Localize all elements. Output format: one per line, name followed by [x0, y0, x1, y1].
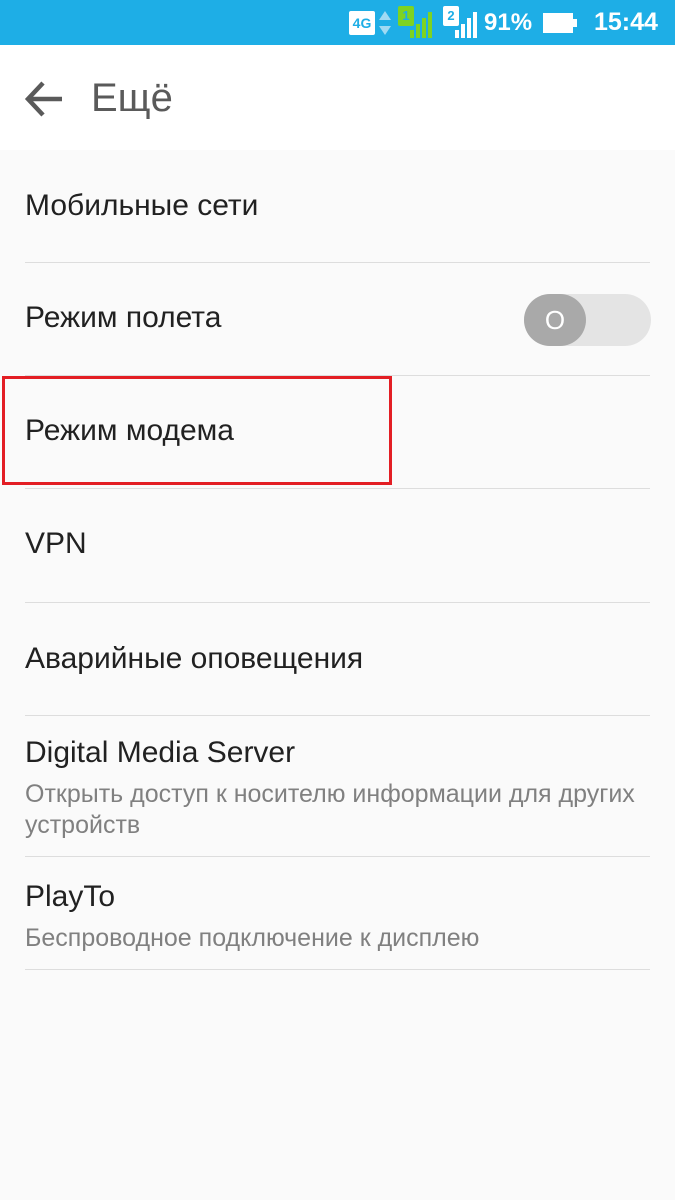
- settings-item-tethering[interactable]: Режим модема: [0, 376, 675, 489]
- settings-list: Мобильные сети Режим полета Режим модема…: [0, 150, 675, 970]
- status-bar: 4G 1 2 91% 15:44: [0, 0, 675, 45]
- back-button[interactable]: [18, 73, 70, 125]
- settings-item-title: VPN: [25, 527, 87, 560]
- signal-icon: [410, 12, 432, 38]
- page-title: Ещё: [91, 76, 173, 120]
- settings-item-vpn[interactable]: VPN: [0, 489, 675, 603]
- settings-item-title: PlayTo: [25, 880, 116, 913]
- clock: 15:44: [594, 8, 658, 36]
- airplane-mode-toggle[interactable]: O: [524, 294, 651, 346]
- network-type-badge: 4G: [349, 11, 375, 35]
- battery-percent: 91%: [484, 9, 533, 36]
- app-bar: Ещё: [0, 45, 675, 150]
- settings-item-mobile-networks[interactable]: Мобильные сети: [0, 150, 675, 263]
- settings-item-playto[interactable]: PlayTo Беспроводное подключение к диспле…: [0, 857, 675, 970]
- divider: [25, 969, 650, 970]
- settings-item-digital-media-server[interactable]: Digital Media Server Открыть доступ к но…: [0, 716, 675, 857]
- settings-item-emergency-alerts[interactable]: Аварийные оповещения: [0, 603, 675, 716]
- data-arrows-icon: [379, 11, 391, 35]
- signal-icon: [455, 12, 477, 38]
- settings-item-subtitle: Беспроводное подключение к дисплею: [25, 924, 480, 952]
- arrow-left-icon: [24, 81, 62, 117]
- settings-item-title: Режим полета: [25, 301, 222, 334]
- toggle-thumb: O: [524, 294, 586, 346]
- settings-item-title: Digital Media Server: [25, 736, 296, 769]
- settings-item-title: Мобильные сети: [25, 189, 259, 222]
- settings-item-title: Режим модема: [25, 414, 234, 447]
- settings-item-title: Аварийные оповещения: [25, 642, 364, 675]
- battery-icon: [543, 13, 577, 33]
- settings-item-subtitle: Открыть доступ к носителю информации для…: [25, 780, 635, 839]
